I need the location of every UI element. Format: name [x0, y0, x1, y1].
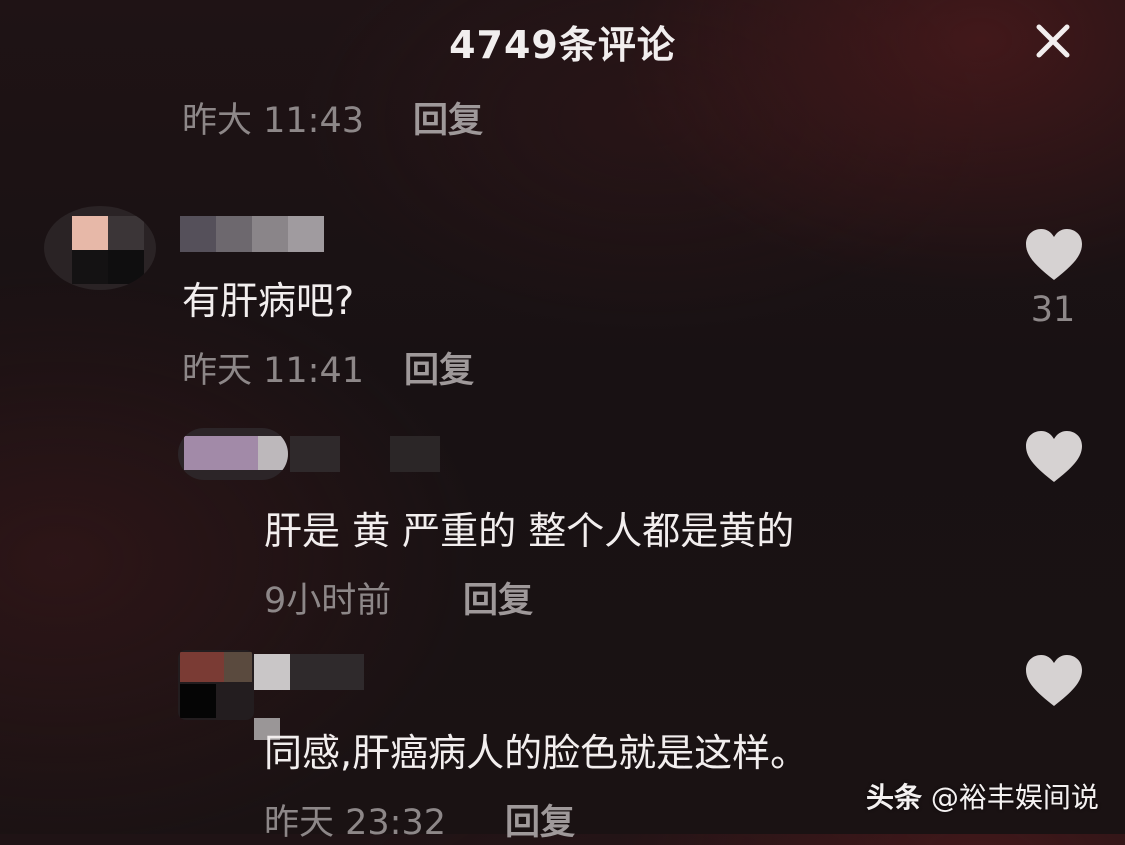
comment-time: 昨天 11:41 [182, 351, 364, 391]
close-button[interactable] [1030, 18, 1076, 64]
comment-time: 9小时前 [264, 581, 392, 621]
watermark-handle: @裕丰娱间说 [930, 781, 1099, 814]
avatar[interactable] [44, 206, 156, 290]
username-blurred [254, 654, 364, 690]
username-blurred [180, 216, 324, 252]
comment-text: 肝是 黄 严重的 整个人都是黄的 [264, 509, 795, 553]
reply-button[interactable]: 回复 [404, 342, 474, 393]
avatar[interactable] [178, 650, 254, 720]
heart-icon [1026, 431, 1082, 482]
reply-button[interactable]: 回复 [463, 572, 533, 623]
like-button[interactable] [1024, 228, 1084, 282]
avatar[interactable] [178, 428, 288, 480]
like-count: 31 [1030, 290, 1076, 330]
reply-button[interactable]: 回复 [505, 794, 575, 845]
watermark-brand: 头条 [866, 781, 923, 814]
heart-icon [1026, 655, 1082, 706]
like-button[interactable] [1024, 430, 1084, 484]
comments-count-title: 4749条评论 [449, 23, 676, 67]
close-icon [1036, 24, 1070, 58]
like-button[interactable] [1024, 654, 1084, 708]
comment-text: 有肝病吧? [182, 279, 355, 323]
username-blurred [290, 436, 440, 472]
comment-text: 同感,肝癌病人的脸色就是这样。 [264, 731, 809, 775]
comment-time: 昨大 11:43 [182, 101, 364, 141]
watermark: 头条 @裕丰娱间说 [866, 776, 1099, 816]
comment-time: 昨天 23:32 [264, 803, 446, 843]
heart-icon [1026, 229, 1082, 280]
reply-button[interactable]: 回复 [413, 92, 483, 143]
